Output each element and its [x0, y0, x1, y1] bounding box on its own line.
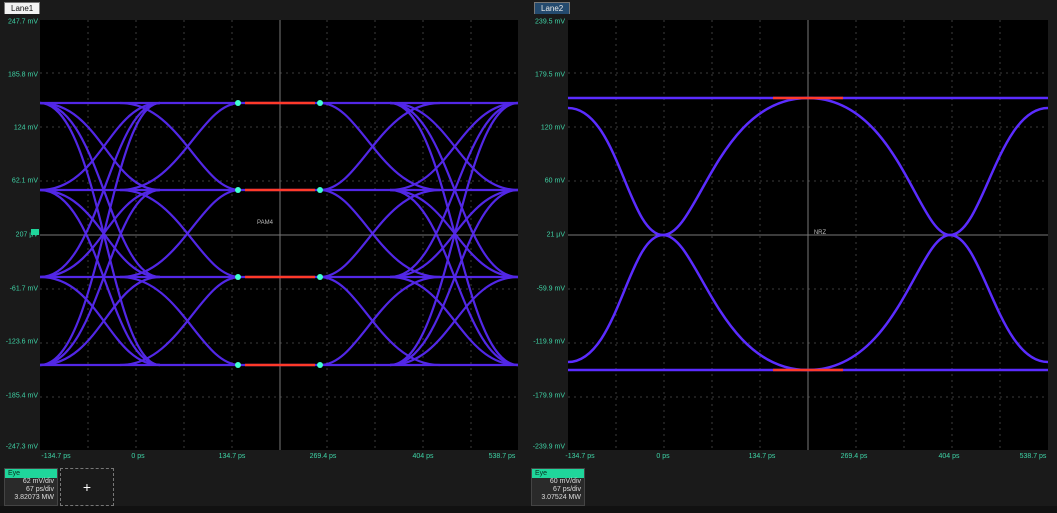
- y-tick-label: 124 mV: [13, 124, 38, 132]
- y-tick-label: 21 µV: [546, 231, 565, 239]
- lane2-tab[interactable]: Lane2: [534, 2, 571, 14]
- lane2-eye-diagram[interactable]: NRZ: [568, 20, 1048, 450]
- y-tick-label: 62.1 mV: [11, 177, 38, 185]
- x-tick-label: 404 ps: [412, 453, 434, 460]
- add-measurement-button[interactable]: +: [60, 468, 114, 506]
- x-tick-label: 404 ps: [938, 453, 960, 460]
- lane2-eye-info[interactable]: Eye 60 mV/div 67 ps/div 3.07524 MW: [531, 468, 585, 506]
- lane1-eye-svg: [40, 20, 518, 450]
- x-tick-label: 269.4 ps: [309, 453, 337, 460]
- y-tick-label: -119.9 mV: [533, 338, 565, 346]
- y-tick-label: 247.7 mV: [8, 18, 38, 26]
- y-tick-label: 60 mV: [544, 177, 565, 185]
- x-tick-label: 0 ps: [656, 453, 670, 460]
- eye-info-title: Eye: [5, 469, 57, 478]
- x-tick-label: 269.4 ps: [840, 453, 868, 460]
- x-tick-label: -134.7 ps: [565, 453, 595, 460]
- eye-info-count: 3.07524 MW: [541, 494, 581, 501]
- x-tick-label: -134.7 ps: [41, 453, 71, 460]
- x-tick-label: 538.7 ps: [1019, 453, 1047, 460]
- eye-info-vdiv: 62 mV/div: [22, 478, 54, 485]
- y-tick-label: -61.7 mV: [9, 285, 38, 293]
- lane1-format-label: PAM4: [257, 220, 273, 226]
- y-tick-label: -247.3 mV: [5, 443, 38, 451]
- y-tick-label: -123.6 mV: [5, 338, 38, 346]
- eye-info-title: Eye: [532, 469, 584, 478]
- y-tick-label: 120 mV: [540, 124, 565, 132]
- eye-info-tdiv: 67 ps/div: [552, 486, 581, 493]
- lane1-panel: Lane1 247.7 mV 185.8 mV 124 mV 62.1 mV 2…: [0, 0, 521, 513]
- y-tick-label: -185.4 mV: [5, 392, 38, 400]
- y-tick-label: -239.9 mV: [532, 443, 565, 451]
- y-tick-label: 185.8 mV: [8, 71, 38, 79]
- x-tick-label: 134.7 ps: [748, 453, 776, 460]
- eye-info-vdiv: 60 mV/div: [549, 478, 581, 485]
- x-tick-label: 0 ps: [131, 453, 145, 460]
- lane2-panel: Lane2 239.5 mV 179.5 mV 120 mV 60 mV 21 …: [527, 0, 1057, 513]
- eye-info-count: 3.82073 MW: [14, 494, 54, 501]
- lane1-tab[interactable]: Lane1: [4, 2, 41, 14]
- lane1-eye-info[interactable]: Eye 62 mV/div 67 ps/div 3.82073 MW: [4, 468, 58, 506]
- y-tick-label: 239.5 mV: [535, 18, 565, 26]
- eye-info-tdiv: 67 ps/div: [25, 486, 54, 493]
- status-strip: [0, 506, 1057, 513]
- y-tick-label: -59.9 mV: [536, 285, 565, 293]
- lane2-format-label: NRZ: [813, 230, 827, 236]
- x-tick-label: 538.7 ps: [488, 453, 516, 460]
- y-tick-label: 179.5 mV: [535, 71, 565, 79]
- x-tick-label: 134.7 ps: [218, 453, 246, 460]
- y-tick-label: -179.9 mV: [532, 392, 565, 400]
- zero-level-marker[interactable]: [31, 229, 39, 235]
- lane2-eye-svg: [568, 20, 1048, 450]
- lane1-eye-diagram[interactable]: PAM4: [40, 20, 518, 450]
